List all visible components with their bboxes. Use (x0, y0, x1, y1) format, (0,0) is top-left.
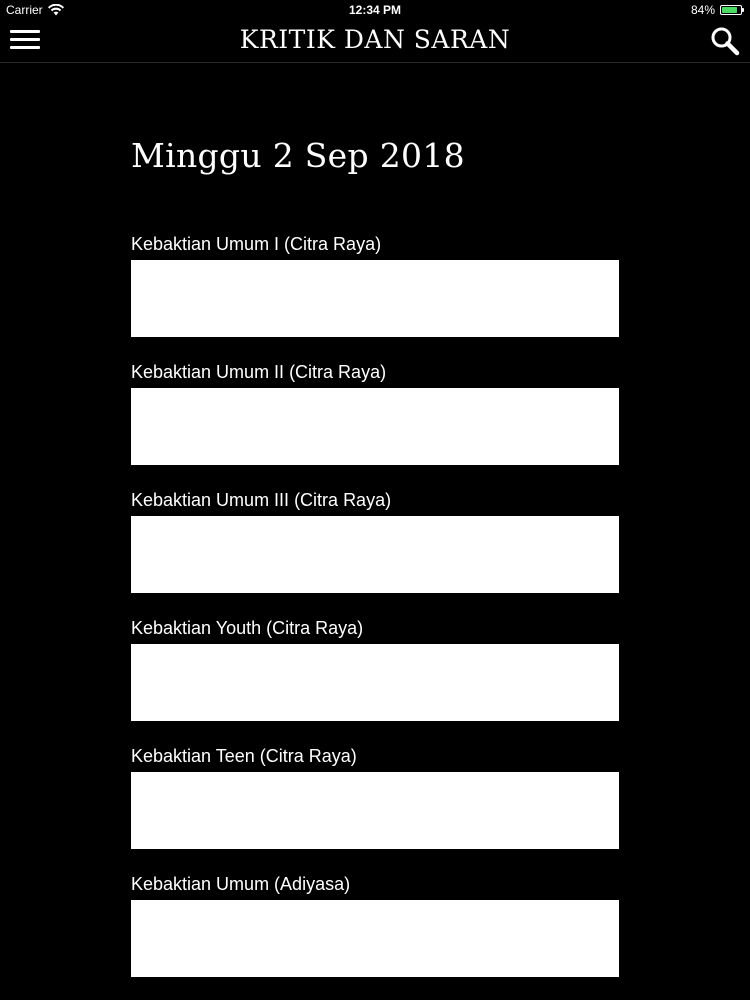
feedback-form: Minggu 2 Sep 2018 Kebaktian Umum I (Citr… (131, 128, 619, 1000)
field-label: Kebaktian Umum II (Citra Raya) (131, 362, 387, 382)
field-group: Kebaktian Umum II (Citra Raya) (131, 360, 619, 465)
feedback-input[interactable] (131, 516, 619, 593)
feedback-input[interactable] (131, 900, 619, 977)
status-time: 12:34 PM (348, 3, 402, 17)
feedback-input[interactable] (131, 644, 619, 721)
field-group: Kebaktian Umum I (Citra Raya) (131, 232, 619, 337)
navigation-bar: KRITIK DAN SARAN (0, 20, 750, 63)
field-label: Kebaktian Youth (Citra Raya) (131, 618, 364, 638)
field-group: Kebaktian Youth (Citra Raya) (131, 616, 619, 721)
field-label: Kebaktian Umum III (Citra Raya) (131, 490, 392, 510)
status-right: 84% (690, 3, 744, 17)
battery-percent: 84% (690, 3, 715, 17)
field-label: Kebaktian Umum I (Citra Raya) (131, 234, 382, 254)
field-label: Kebaktian Umum (Adiyasa) (131, 874, 351, 894)
field-group: Kebaktian Umum (Adiyasa) (131, 872, 619, 977)
feedback-input[interactable] (131, 260, 619, 337)
field-label: Kebaktian Teen (Citra Raya) (131, 746, 357, 766)
field-group: Kebaktian Teen (Citra Raya) (131, 744, 619, 849)
date-heading: Minggu 2 Sep 2018 (131, 136, 465, 175)
status-bar: Carrier 12:34 PM 84% (0, 0, 750, 20)
page-title: KRITIK DAN SARAN (239, 25, 511, 54)
feedback-input[interactable] (131, 772, 619, 849)
search-icon[interactable] (710, 26, 740, 56)
feedback-input[interactable] (131, 388, 619, 465)
battery-icon (720, 5, 744, 15)
battery-level (722, 7, 738, 13)
field-group: Kebaktian Umum III (Citra Raya) (131, 488, 619, 593)
